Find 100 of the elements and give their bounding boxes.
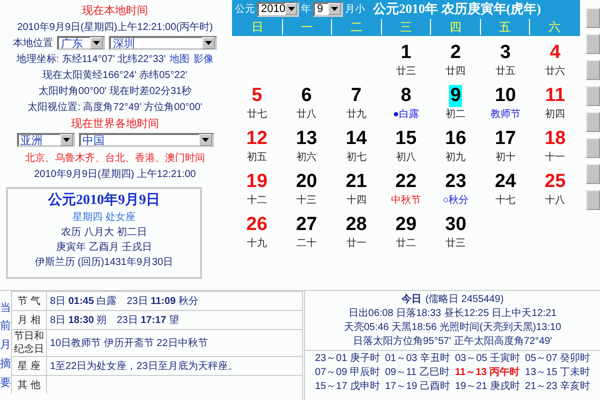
- weekday-text: 星期四 处女座: [72, 210, 136, 224]
- day-number[interactable]: 6: [300, 85, 313, 107]
- day-number[interactable]: 14: [344, 128, 368, 150]
- day-note: 廿二: [396, 236, 416, 250]
- month-label: 月小: [345, 2, 365, 16]
- hour-period: 05～07 癸卯时: [525, 352, 590, 366]
- day-number[interactable]: 22: [394, 171, 418, 193]
- field-label: 本地位置: [13, 36, 53, 50]
- day-note: 廿九: [346, 108, 366, 121]
- day-number[interactable]: 27: [294, 214, 318, 236]
- day-number[interactable]: 25: [544, 171, 567, 193]
- day-number[interactable]: 30: [444, 214, 468, 236]
- islamic-date: 伊斯兰历 (回历)1431年9月30日: [34, 256, 174, 269]
- date-title: 公元2010年9月9日: [48, 191, 160, 209]
- side-button[interactable]: [586, 60, 600, 80]
- side-button[interactable]: [586, 8, 600, 28]
- day-number[interactable]: 2: [449, 42, 462, 64]
- sun-times-text: 日落太阳方位角95°57' 正午太阳高度角72°49': [352, 335, 552, 349]
- day-number[interactable]: 23: [444, 171, 468, 193]
- hour-period: 11～13 丙午时: [455, 366, 520, 380]
- calendar-title: 公元2010年 农历庚寅年(虎年): [373, 0, 541, 18]
- day-note: ●白露: [392, 108, 420, 121]
- side-button[interactable]: [586, 34, 600, 54]
- day-number[interactable]: 12: [245, 128, 268, 150]
- year-label: 年: [301, 3, 311, 16]
- day-number[interactable]: 4: [548, 42, 562, 64]
- day-number[interactable]: 18: [544, 128, 567, 150]
- province-select[interactable]: 广东: [57, 36, 105, 50]
- row-label: 其 他: [12, 376, 47, 394]
- day-number[interactable]: 26: [245, 214, 268, 236]
- hour-period: 07～09 甲辰时: [314, 366, 380, 380]
- day-number[interactable]: 13: [294, 128, 318, 150]
- day-number[interactable]: 8: [400, 85, 412, 107]
- sun-times-text: 日出06:08 日落18:33 昼长12:25 日上中天12:21: [348, 307, 557, 321]
- side-button[interactable]: [586, 190, 600, 210]
- side-button[interactable]: [586, 138, 600, 158]
- row-value: 8日 01:45 白露 23日 11:09 秋分: [50, 294, 198, 308]
- day-number[interactable]: 16: [444, 128, 468, 150]
- day-note: 廿六: [545, 64, 566, 78]
- julian-day: (儒略日 2455449): [425, 293, 504, 307]
- row-label: 节日和纪念日: [12, 330, 47, 356]
- day-number[interactable]: 10: [494, 85, 517, 107]
- day-number[interactable]: 1: [400, 42, 412, 64]
- local-datetime: 2010年9月9日(星期四)上午12:21:00(丙午时): [17, 20, 213, 34]
- day-number[interactable]: 19: [245, 171, 268, 193]
- day-number[interactable]: 5: [250, 85, 264, 107]
- hour-period: 15～17 戊申时: [314, 380, 380, 394]
- day-note: 二十: [296, 236, 317, 250]
- day-number[interactable]: 28: [344, 214, 368, 236]
- day-number[interactable]: 7: [350, 85, 363, 107]
- year-select[interactable]: 2010: [257, 2, 299, 16]
- day-number[interactable]: 21: [344, 171, 368, 193]
- day-note: 中秋节: [390, 194, 421, 207]
- sun-times-text: 天亮05:46 天黑18:56 光照时间(天亮到天黑)13:10: [344, 321, 562, 335]
- day-note: 初六: [296, 150, 317, 164]
- day-note: 十二: [246, 194, 267, 207]
- weekday-header: 日: [233, 19, 282, 35]
- day-note: 教师节: [490, 108, 520, 121]
- day-note: ○秋分: [442, 194, 469, 207]
- day-note: 十七: [495, 194, 516, 207]
- country-select[interactable]: 中国: [78, 133, 214, 147]
- city-select[interactable]: 深圳: [109, 36, 217, 50]
- hour-period: 19～21 庚戌时: [455, 380, 520, 394]
- row-label: 星 座: [12, 357, 47, 375]
- row-label: 月 相: [12, 311, 47, 329]
- map-link[interactable]: 地图: [170, 52, 190, 66]
- side-button[interactable]: [586, 164, 600, 184]
- month-select[interactable]: 9: [313, 2, 343, 16]
- day-number[interactable]: 11: [544, 85, 566, 107]
- day-note: 廿一: [346, 236, 366, 250]
- day-number[interactable]: 3: [499, 42, 512, 64]
- day-note: 初八: [396, 150, 416, 164]
- map-link[interactable]: 影像: [194, 52, 214, 66]
- weekday-header: 四: [431, 19, 480, 35]
- day-note: 十八: [545, 194, 566, 207]
- coordinates-text: 地理坐标: 东经114°07' 北纬22°33': [16, 52, 166, 66]
- row-label: 节 气: [12, 292, 47, 310]
- year-label: 公元: [235, 3, 255, 16]
- day-number[interactable]: 29: [394, 214, 418, 236]
- day-note: 廿三: [396, 64, 416, 78]
- day-note: 廿四: [446, 64, 466, 78]
- day-note: 初十: [495, 150, 516, 164]
- day-number[interactable]: 20: [294, 171, 318, 193]
- day-number[interactable]: 9: [449, 85, 462, 107]
- section-title: 现在本地时间: [82, 4, 148, 18]
- day-number[interactable]: 24: [494, 171, 517, 193]
- side-button[interactable]: [586, 112, 600, 132]
- day-note: 初九: [446, 150, 466, 164]
- cities-text: 北京、乌鲁木齐、台北、香港、澳门时间: [25, 152, 205, 165]
- day-number[interactable]: 17: [494, 128, 517, 150]
- day-note: 初五: [246, 150, 267, 164]
- continent-select[interactable]: 亚洲: [16, 133, 74, 147]
- world-datetime: 2010年9月9日(星期四) 上午12:21:00: [34, 168, 196, 181]
- day-note: 廿八: [296, 108, 317, 121]
- weekday-header: 二: [332, 19, 381, 35]
- weekday-header: 三: [382, 19, 430, 35]
- day-number[interactable]: 15: [394, 128, 418, 150]
- day-note: 初七: [346, 150, 366, 164]
- side-button[interactable]: [586, 86, 600, 106]
- weekday-header: 一: [282, 19, 332, 35]
